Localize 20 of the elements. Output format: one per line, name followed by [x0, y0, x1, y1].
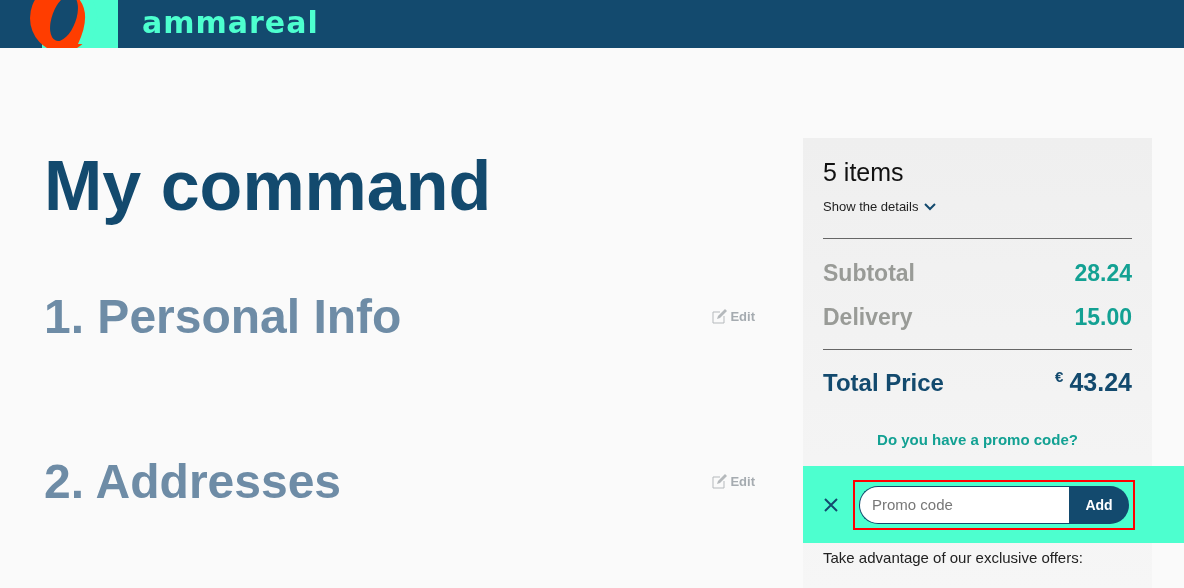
- offers-text: Take advantage of our exclusive offers:: [823, 549, 1084, 566]
- currency-symbol: €: [1055, 368, 1064, 385]
- promo-code-field[interactable]: Promo code: [859, 485, 1069, 524]
- price-value: 28.24: [1074, 259, 1132, 287]
- chevron-icon: [924, 202, 937, 211]
- details-toggle[interactable]: Show the details: [823, 199, 1132, 214]
- add-button[interactable]: Add: [1069, 485, 1129, 524]
- item-count: 5 items: [823, 158, 905, 187]
- page-title: My command: [44, 148, 493, 225]
- price-label: Delivery: [823, 303, 913, 331]
- section-title: 2. Addresses: [44, 454, 343, 509]
- price-value: 15.00: [1074, 303, 1132, 331]
- total-label: Total Price: [823, 368, 944, 397]
- total-value: 43.24: [1069, 368, 1132, 397]
- section-title: 1. Personal Info: [44, 289, 403, 344]
- edit-icon: [712, 474, 728, 489]
- price-label: Subtotal: [823, 259, 915, 287]
- logo-text[interactable]: ammareal: [142, 4, 319, 40]
- edit-icon: [712, 309, 728, 324]
- close-button[interactable]: [823, 496, 839, 513]
